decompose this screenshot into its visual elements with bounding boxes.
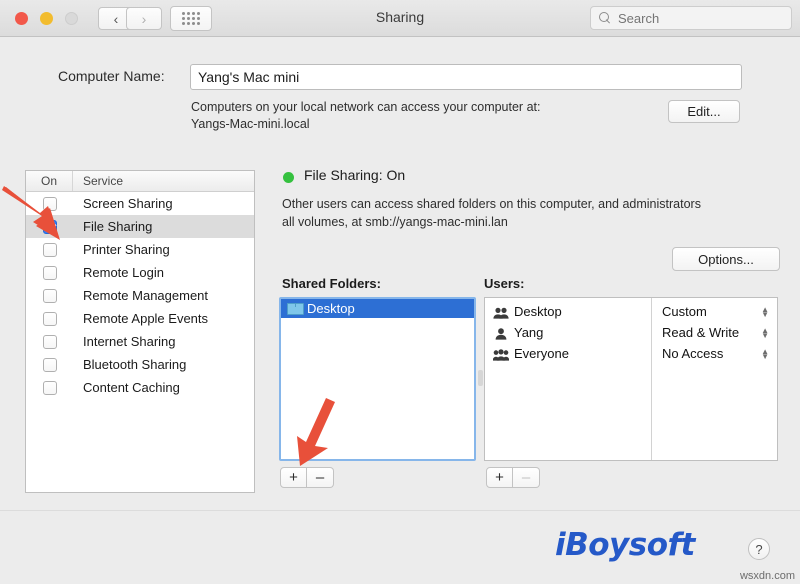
- service-name: Content Caching: [83, 380, 180, 395]
- printer-sharing-checkbox[interactable]: [42, 242, 57, 257]
- permission-value: Custom: [662, 304, 707, 319]
- permission-popup-everyone[interactable]: No Access ▲ ▼: [652, 343, 777, 364]
- group-icon: [493, 305, 509, 319]
- users-list[interactable]: Desktop Yang Everyone Custom ▲ ▼ Read & …: [484, 297, 778, 461]
- panel-divider-handle[interactable]: [478, 370, 483, 386]
- checkbox-cell[interactable]: [26, 334, 73, 349]
- permission-popup-desktop[interactable]: Custom ▲ ▼: [652, 301, 777, 322]
- service-row-remote-apple-events[interactable]: Remote Apple Events: [26, 307, 254, 330]
- edit-hostname-button[interactable]: Edit...: [668, 100, 740, 123]
- shared-folders-add-remove-group: + –: [280, 467, 334, 488]
- shared-folder-item-desktop[interactable]: Desktop: [281, 299, 474, 318]
- service-name: Remote Login: [83, 265, 164, 280]
- service-name: Printer Sharing: [83, 242, 170, 257]
- stepper-icon[interactable]: ▲ ▼: [761, 347, 769, 360]
- service-name: Screen Sharing: [83, 196, 173, 211]
- computer-name-input[interactable]: [190, 64, 742, 90]
- user-row-everyone[interactable]: Everyone: [485, 343, 651, 364]
- remote-login-checkbox[interactable]: [42, 265, 57, 280]
- service-name: File Sharing: [83, 219, 153, 234]
- checkbox-cell[interactable]: [26, 288, 73, 303]
- user-name: Desktop: [514, 304, 562, 319]
- services-table: On Service Screen Sharing File Sharing P…: [25, 170, 255, 493]
- checkbox-cell[interactable]: [26, 196, 73, 211]
- permission-value: No Access: [662, 346, 724, 361]
- users-name-column: Desktop Yang Everyone: [485, 298, 652, 460]
- user-name: Yang: [514, 325, 544, 340]
- shared-folders-list[interactable]: Desktop: [279, 297, 476, 461]
- file-sharing-description: Other users can access shared folders on…: [282, 195, 782, 231]
- checkbox-cell[interactable]: [26, 265, 73, 280]
- everyone-icon: [493, 347, 509, 361]
- network-access-note: Computers on your local network can acce…: [191, 99, 661, 133]
- user-name: Everyone: [514, 346, 569, 361]
- file-sharing-checkbox[interactable]: [42, 219, 57, 234]
- remote-apple-events-checkbox[interactable]: [42, 311, 57, 326]
- remove-user-button: –: [513, 467, 540, 488]
- column-header-on: On: [26, 171, 73, 191]
- internet-sharing-checkbox[interactable]: [42, 334, 57, 349]
- service-row-content-caching[interactable]: Content Caching: [26, 376, 254, 399]
- checkbox-cell[interactable]: [26, 380, 73, 395]
- shared-folders-label: Shared Folders:: [282, 276, 381, 291]
- window-titlebar: ‹ › Sharing: [0, 0, 800, 37]
- folder-icon: [287, 302, 304, 315]
- user-row-desktop[interactable]: Desktop: [485, 301, 651, 322]
- screen-sharing-checkbox[interactable]: [42, 196, 57, 211]
- footer-divider: [0, 510, 800, 511]
- person-icon: [493, 326, 509, 340]
- service-row-remote-management[interactable]: Remote Management: [26, 284, 254, 307]
- user-row-yang[interactable]: Yang: [485, 322, 651, 343]
- description-line2: all volumes, at smb://yangs-mac-mini.lan: [282, 215, 508, 229]
- service-row-remote-login[interactable]: Remote Login: [26, 261, 254, 284]
- service-name: Internet Sharing: [83, 334, 176, 349]
- service-row-screen-sharing[interactable]: Screen Sharing: [26, 192, 254, 215]
- status-indicator-dot: [283, 172, 294, 183]
- permission-value: Read & Write: [662, 325, 740, 340]
- column-header-service: Service: [83, 174, 124, 188]
- remote-management-checkbox[interactable]: [42, 288, 57, 303]
- sharing-preferences-window: ‹ › Sharing Computer Name: Computers on …: [0, 0, 800, 584]
- service-row-printer-sharing[interactable]: Printer Sharing: [26, 238, 254, 261]
- checkbox-cell[interactable]: [26, 357, 73, 372]
- watermark: wsxdn.com: [739, 570, 795, 582]
- stepper-icon[interactable]: ▲ ▼: [761, 326, 769, 339]
- search-field[interactable]: [590, 6, 792, 30]
- description-line1: Other users can access shared folders on…: [282, 197, 701, 211]
- service-name: Remote Management: [83, 288, 209, 303]
- search-input[interactable]: [616, 9, 786, 27]
- local-hostname: Yangs-Mac-mini.local: [191, 117, 310, 131]
- service-name: Bluetooth Sharing: [83, 357, 187, 372]
- checkbox-cell[interactable]: [26, 219, 73, 234]
- add-shared-folder-button[interactable]: +: [280, 467, 307, 488]
- network-access-note-line1: Computers on your local network can acce…: [191, 100, 541, 114]
- remove-shared-folder-button[interactable]: –: [307, 467, 334, 488]
- service-name: Remote Apple Events: [83, 311, 209, 326]
- services-table-header: On Service: [26, 171, 254, 192]
- computer-name-label: Computer Name:: [58, 68, 165, 84]
- help-button[interactable]: ?: [748, 538, 770, 560]
- file-sharing-status-title: File Sharing: On: [304, 167, 406, 183]
- service-row-internet-sharing[interactable]: Internet Sharing: [26, 330, 254, 353]
- search-icon: [599, 12, 611, 24]
- add-user-button[interactable]: +: [486, 467, 513, 488]
- checkbox-cell[interactable]: [26, 311, 73, 326]
- service-row-file-sharing[interactable]: File Sharing: [26, 215, 254, 238]
- checkbox-cell[interactable]: [26, 242, 73, 257]
- iboysoft-logo: iBoysoft: [555, 527, 695, 563]
- stepper-icon[interactable]: ▲ ▼: [761, 305, 769, 318]
- options-button[interactable]: Options...: [672, 247, 780, 271]
- users-add-remove-group: + –: [486, 467, 540, 488]
- bluetooth-sharing-checkbox[interactable]: [42, 357, 57, 372]
- content-caching-checkbox[interactable]: [42, 380, 57, 395]
- users-label: Users:: [484, 276, 525, 291]
- shared-folder-name: Desktop: [307, 301, 355, 316]
- permission-popup-yang[interactable]: Read & Write ▲ ▼: [652, 322, 777, 343]
- users-permission-column: Custom ▲ ▼ Read & Write ▲ ▼ No Access ▲ ▼: [652, 298, 777, 460]
- service-row-bluetooth-sharing[interactable]: Bluetooth Sharing: [26, 353, 254, 376]
